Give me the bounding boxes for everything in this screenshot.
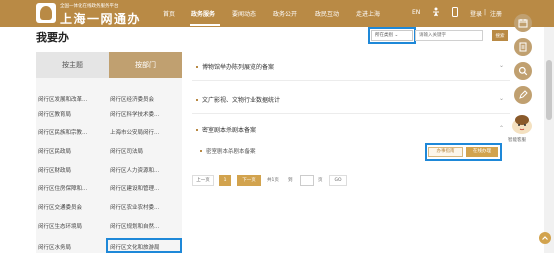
department-item[interactable]: 闵行区水务局	[38, 243, 106, 253]
page-title: 我要办	[36, 31, 69, 44]
category-select[interactable]: 所在类别 ⌄	[371, 30, 413, 41]
department-item[interactable]: 闵行区科学技术委...	[110, 110, 178, 120]
department-item[interactable]: 闵行区民政局	[38, 147, 106, 157]
bullet-icon	[200, 150, 202, 152]
accessibility-icon[interactable]	[430, 6, 442, 18]
back-to-top-button[interactable]	[539, 232, 551, 244]
goto-text: 到	[288, 178, 293, 183]
register-link[interactable]: 注册	[490, 9, 502, 18]
language-switch[interactable]: EN	[412, 9, 420, 16]
assistant-mascot-icon[interactable]	[510, 112, 534, 136]
bullet-icon	[196, 129, 198, 131]
department-item[interactable]: 闵行区发展和改革...	[38, 95, 106, 105]
service-item-label: 密室剧本杀剧本备案	[202, 127, 257, 134]
chevron-down-icon: ⌄	[498, 95, 504, 102]
nav-interaction[interactable]: 政民互动	[315, 9, 339, 18]
nav-active-indicator	[190, 24, 220, 26]
nav-government-services[interactable]: 政务服务	[191, 9, 215, 18]
service-item-label: 博物馆举办陈列展览的备案	[202, 64, 275, 71]
service-item[interactable]: 文广影视、文物行业数据统计 ⌄	[192, 87, 510, 114]
service-item-label: 文广影视、文物行业数据统计	[202, 97, 281, 104]
service-item[interactable]: 博物馆举办陈列展览的备案 ⌄	[192, 54, 510, 81]
tab-by-topic[interactable]: 按主题	[36, 52, 109, 78]
nav-home[interactable]: 首页	[163, 9, 175, 18]
mobile-icon[interactable]	[449, 6, 461, 18]
scrollbar-thumb[interactable]	[546, 60, 552, 120]
department-item[interactable]: 闵行区交通委员会	[38, 203, 106, 213]
selected-department-highlight	[106, 238, 182, 253]
department-item[interactable]: 闵行区经济委员会	[110, 95, 178, 105]
department-item[interactable]: 上海市公安局闵行...	[110, 128, 178, 138]
department-item[interactable]: 闵行区规划和自然...	[110, 222, 178, 232]
chevron-down-icon: ⌄	[394, 33, 399, 38]
document-icon[interactable]	[514, 38, 532, 56]
logo-emblem[interactable]	[36, 3, 56, 23]
bullet-icon	[196, 99, 198, 101]
tab-by-department[interactable]: 按部门	[109, 52, 182, 78]
category-select-value: 所在类别	[375, 33, 393, 38]
go-button[interactable]: GO	[329, 175, 347, 186]
department-item[interactable]: 闵行区教育局	[38, 110, 106, 120]
chevron-up-icon	[542, 236, 548, 240]
department-item[interactable]: 闵行区生态环境局	[38, 222, 106, 232]
search-input[interactable]	[415, 30, 483, 41]
nav-news[interactable]: 要闻动态	[232, 9, 256, 18]
department-item[interactable]: 闵行区民族和宗教...	[38, 128, 106, 138]
chevron-down-icon: ⌄	[498, 62, 504, 69]
bullet-icon	[196, 66, 198, 68]
assistant-label[interactable]: 智能客服	[508, 137, 526, 143]
department-item[interactable]: 闵行区人力资源和...	[110, 166, 178, 176]
service-item-expanded[interactable]: 密室剧本杀剧本备案 ⌃	[192, 117, 510, 144]
emblem-icon	[40, 6, 52, 20]
page-unit-text: 页	[318, 178, 323, 183]
login-link[interactable]: 登录	[470, 9, 482, 18]
apply-online-button[interactable]: 在线办理	[466, 147, 498, 157]
sub-service-label[interactable]: 密室剧本杀剧本备案	[206, 147, 256, 155]
total-pages-text: 共1页	[267, 178, 279, 183]
search-icon[interactable]	[514, 62, 532, 80]
nav-about-shanghai[interactable]: 走进上海	[356, 9, 380, 18]
prev-page-button[interactable]: 上一页	[192, 175, 214, 186]
next-page-button[interactable]: 下一页	[237, 175, 261, 186]
department-item[interactable]: 闵行区财政局	[38, 166, 106, 176]
page-1-button[interactable]: 1	[219, 175, 231, 186]
logo-subtitle: 全国一体化在线政务服务平台	[60, 4, 119, 9]
page-number-input[interactable]	[300, 175, 314, 186]
edit-icon[interactable]	[514, 86, 532, 104]
service-guide-button[interactable]: 办事指南	[428, 147, 463, 157]
department-item[interactable]: 闵行区司法局	[110, 147, 178, 157]
login-separator: |	[484, 9, 487, 16]
logo-title[interactable]: 上海一网通办	[60, 10, 141, 27]
nav-public-info[interactable]: 政务公开	[273, 9, 297, 18]
search-button[interactable]: 搜索	[492, 30, 508, 41]
department-item[interactable]: 闵行区建设和管理...	[110, 184, 178, 194]
department-item[interactable]: 闵行区农业农村委...	[110, 203, 178, 213]
calendar-icon[interactable]	[514, 14, 532, 32]
department-item[interactable]: 闵行区住房保障和...	[38, 184, 106, 194]
chevron-up-icon: ⌃	[498, 125, 504, 132]
